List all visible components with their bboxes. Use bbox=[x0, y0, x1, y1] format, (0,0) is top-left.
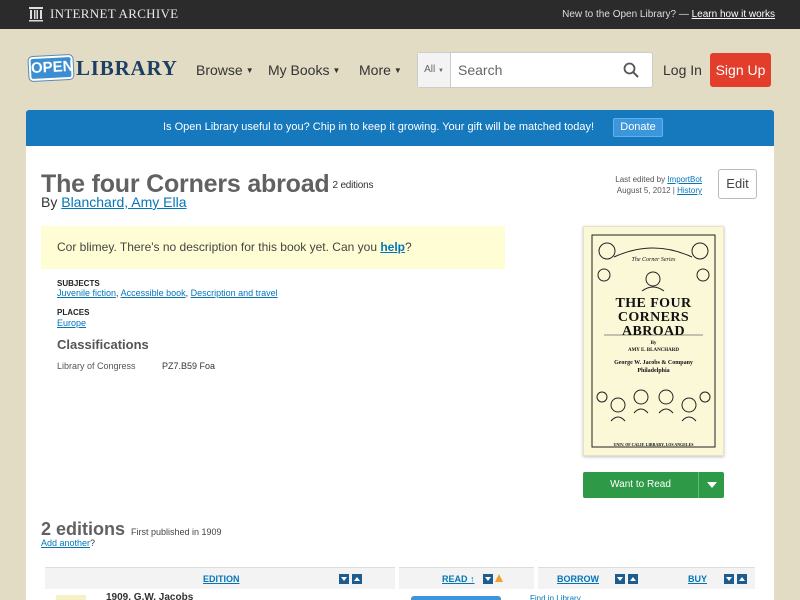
open-badge: OPEN bbox=[28, 54, 74, 82]
edition-library-link[interactable]: Find in Library bbox=[530, 594, 581, 600]
donate-banner-text: Is Open Library useful to you? Chip in t… bbox=[163, 121, 595, 133]
add-another: Add another? bbox=[41, 538, 95, 548]
archive-temple-icon bbox=[29, 7, 43, 22]
cover-title-line: ABROAD bbox=[621, 324, 686, 339]
places-list: Europe bbox=[57, 318, 86, 328]
cover-publisher: George W. Jacobs & Company Philadelphia bbox=[584, 359, 723, 375]
nav-more[interactable]: More ▼ bbox=[359, 62, 402, 78]
nav-browse-label: Browse bbox=[196, 62, 243, 78]
donate-banner: Is Open Library useful to you? Chip in t… bbox=[26, 110, 774, 146]
editions-heading: 2 editions bbox=[41, 519, 126, 539]
library-wordmark: LIBRARY bbox=[76, 56, 178, 80]
search-scope-label: All bbox=[424, 64, 436, 75]
signup-button[interactable]: Sign Up bbox=[710, 53, 771, 87]
edition-sort-link[interactable]: EDITION bbox=[203, 574, 240, 584]
open-library-logo[interactable]: OPEN LIBRARY bbox=[28, 48, 177, 88]
author-link[interactable]: Blanchard, Amy Ella bbox=[61, 194, 186, 210]
cover-city: Philadelphia bbox=[637, 368, 670, 374]
library-of-congress-label: Library of Congress bbox=[57, 361, 136, 371]
book-cover[interactable]: The Corner Series THE FOUR CORNERS ABROA… bbox=[583, 226, 724, 456]
internet-archive-logo[interactable]: INTERNET ARCHIVE bbox=[28, 6, 178, 22]
nav-my-books[interactable]: My Books ▼ bbox=[268, 62, 340, 78]
want-to-read-label[interactable]: Want to Read bbox=[583, 472, 698, 498]
new-to-open-library: New to the Open Library? — Learn how it … bbox=[562, 9, 775, 20]
chevron-down-icon: ▼ bbox=[245, 66, 254, 75]
by-label: By bbox=[41, 194, 62, 210]
borrow-sort-link[interactable]: BORROW bbox=[557, 574, 599, 584]
subject-link[interactable]: Description and travel bbox=[191, 288, 278, 298]
cover-title-line: CORNERS bbox=[617, 310, 690, 325]
no-description-end: ? bbox=[405, 240, 412, 254]
sort-asc-icon[interactable] bbox=[737, 574, 747, 584]
cover-byline: By AMY E. BLANCHARD bbox=[584, 340, 723, 354]
nav-more-label: More bbox=[359, 62, 391, 78]
nav-my-books-label: My Books bbox=[268, 62, 330, 78]
first-published: First published in 1909 bbox=[131, 527, 222, 537]
sort-active-asc-icon[interactable] bbox=[495, 574, 503, 582]
cover-author: AMY E. BLANCHARD bbox=[627, 348, 680, 353]
add-another-link[interactable]: Add another bbox=[41, 538, 90, 548]
edition-cover-thumb[interactable] bbox=[56, 595, 86, 600]
column-header-edition: EDITION bbox=[45, 567, 395, 589]
chevron-down-icon: ▼ bbox=[393, 66, 402, 75]
library-of-congress-value: PZ7.B59 Foa bbox=[162, 361, 216, 371]
donate-button[interactable]: Donate bbox=[613, 118, 663, 137]
edition-read-button[interactable] bbox=[411, 596, 501, 600]
column-header-read: READ ↑ bbox=[399, 567, 534, 589]
no-description-notice: Cor blimey. There's no description for t… bbox=[41, 226, 505, 269]
internet-archive-bar: INTERNET ARCHIVE New to the Open Library… bbox=[0, 0, 800, 29]
cover-publisher-name: George W. Jacobs & Company bbox=[614, 360, 693, 366]
internet-archive-logo-text: INTERNET ARCHIVE bbox=[50, 6, 179, 21]
editions-count: 2 editions bbox=[332, 180, 374, 191]
search-scope-select[interactable]: All ▼ bbox=[418, 53, 451, 87]
subject-link[interactable]: Juvenile fiction bbox=[57, 288, 116, 298]
places-label: PLACES bbox=[57, 308, 90, 317]
search-input[interactable] bbox=[452, 53, 617, 87]
history-link[interactable]: History bbox=[677, 186, 702, 195]
edit-button[interactable]: Edit bbox=[718, 169, 757, 199]
last-edited-user-link[interactable]: ImportBot bbox=[667, 175, 702, 184]
cover-title: THE FOUR CORNERS ABROAD bbox=[584, 297, 723, 339]
last-edited-date: August 5, 2012 | bbox=[616, 186, 678, 195]
subject-link[interactable]: Accessible book bbox=[121, 288, 186, 298]
sort-asc-icon[interactable] bbox=[352, 574, 362, 584]
add-another-end: ? bbox=[90, 538, 96, 548]
sort-desc-icon[interactable] bbox=[483, 574, 493, 584]
search-icon[interactable] bbox=[623, 62, 639, 78]
nav-browse[interactable]: Browse ▼ bbox=[196, 62, 254, 78]
learn-how-link[interactable]: Learn how it works bbox=[692, 9, 775, 20]
chevron-down-icon: ▼ bbox=[437, 68, 444, 74]
want-to-read-button: Want to Read bbox=[583, 472, 724, 498]
last-edited-prefix: Last edited by bbox=[615, 175, 668, 184]
sort-desc-icon[interactable] bbox=[615, 574, 625, 584]
sort-desc-icon[interactable] bbox=[724, 574, 734, 584]
sort-desc-icon[interactable] bbox=[339, 574, 349, 584]
column-header-buy: BUY bbox=[640, 567, 755, 589]
no-description-text: Cor blimey. There's no description for t… bbox=[57, 240, 381, 254]
classifications-heading: Classifications bbox=[57, 337, 149, 352]
reading-log-dropdown-icon[interactable] bbox=[698, 472, 724, 498]
cover-library-stamp: UNIV. OF CALIF. LIBRARY, LOS ANGELES bbox=[613, 442, 694, 447]
subjects-list: Juvenile fiction, Accessible book, Descr… bbox=[57, 288, 278, 298]
search-bar: All ▼ bbox=[417, 52, 653, 88]
read-sort-link[interactable]: READ ↑ bbox=[442, 574, 475, 584]
place-link[interactable]: Europe bbox=[57, 318, 86, 328]
edition-title[interactable]: 1909, G.W. Jacobs bbox=[106, 592, 193, 600]
sort-asc-icon[interactable] bbox=[628, 574, 638, 584]
byline: By Blanchard, Amy Ella bbox=[41, 194, 187, 210]
new-text: New to the Open Library? — bbox=[562, 9, 692, 20]
buy-sort-link[interactable]: BUY bbox=[688, 574, 707, 584]
help-link[interactable]: help bbox=[380, 240, 405, 254]
chevron-down-icon: ▼ bbox=[332, 66, 341, 75]
cover-by: By bbox=[650, 341, 657, 346]
book-page: The four Corners abroad 2 editions By Bla… bbox=[26, 146, 774, 600]
cover-series: The Corner Series bbox=[631, 257, 676, 263]
last-edited-info: Last edited by ImportBot August 5, 2012 … bbox=[615, 174, 702, 196]
subjects-label: SUBJECTS bbox=[57, 279, 100, 288]
login-link[interactable]: Log In bbox=[663, 62, 702, 78]
cover-title-line: THE FOUR bbox=[615, 296, 692, 311]
